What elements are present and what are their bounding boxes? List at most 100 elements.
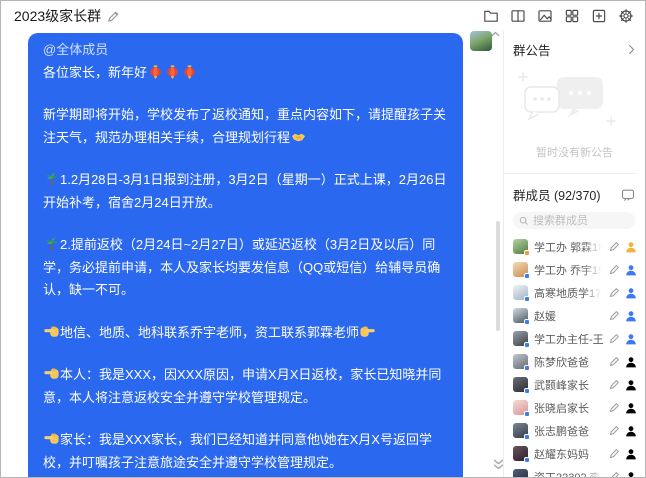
member-avatar: [513, 400, 528, 415]
member-search[interactable]: [513, 212, 635, 229]
admin-icon: [625, 287, 637, 299]
member-row[interactable]: 张晓启家长: [504, 396, 645, 419]
handshake-emoji: [291, 130, 306, 144]
folder-icon[interactable]: [483, 8, 499, 24]
online-status-badge: [524, 296, 530, 302]
online-status-badge: [524, 365, 530, 371]
message-paragraph: 1.2月28日-3月1日报到注册，3月2日（星期一）正式上课，2月26日开始补考…: [43, 169, 450, 214]
edit-member-icon[interactable]: [609, 356, 620, 367]
mention-all[interactable]: @全体成员: [43, 42, 108, 57]
sender-avatar[interactable]: [470, 31, 492, 51]
point-left-emoji: [44, 367, 59, 381]
edit-member-icon[interactable]: [609, 241, 620, 252]
member-name: 高寒地质学1733646768: [534, 285, 604, 301]
member-name: 赵媛: [534, 308, 604, 324]
image-icon[interactable]: [537, 8, 553, 24]
member-name: 赵耀东妈妈: [534, 446, 604, 462]
chevron-up-icon[interactable]: [491, 31, 500, 37]
online-status-badge: [524, 319, 530, 325]
message-paragraph: 新学期即将开始，学校发布了返校通知，重点内容如下，请提醒孩子关注天气，规范办理相…: [43, 104, 450, 149]
edit-member-icon[interactable]: [609, 264, 620, 275]
member-row[interactable]: 张志鹏爸爸: [504, 419, 645, 442]
member-row[interactable]: 学工办 郭霖18986: [504, 235, 645, 258]
search-icon: [519, 216, 529, 226]
member-avatar: [513, 423, 528, 438]
group-title: 2023级家长群: [14, 6, 101, 26]
member-name: 张晓启家长: [534, 400, 604, 416]
qq-group-chat-window: 2023级家长群 @全体成员各位家长，新年好新学期即将开始，学校发布了返校通知，…: [0, 0, 646, 478]
owner-icon: [625, 241, 637, 253]
admin-icon: [625, 264, 637, 276]
message-paragraph: 地信、地质、地科联系乔宇老师，资工联系郭霖老师: [43, 322, 450, 345]
search-input[interactable]: [533, 215, 629, 227]
add-window-icon[interactable]: [591, 8, 607, 24]
window-toolbar: [483, 8, 634, 24]
message-paragraph: 本人：我是XXX，因XXX原因，申请X月X日返校，家长已知晓并同意，本人将注意返…: [43, 364, 450, 409]
member-name: 陈梦欣爸爸: [534, 354, 604, 370]
edit-member-icon[interactable]: [609, 471, 620, 477]
member-name: 学工办 郭霖18986: [534, 239, 604, 255]
member-avatar: [513, 354, 528, 369]
member-row[interactable]: 赵耀东妈妈: [504, 442, 645, 465]
chevron-right-icon[interactable]: [628, 44, 635, 55]
titlebar: 2023级家长群: [1, 1, 645, 31]
member-name: 武颢峰家长: [534, 377, 604, 393]
message-paragraph: 2.提前返校（2月24日~2月27日）或延迟返校（3月2日及以后）同学，务必提前…: [43, 234, 450, 302]
member-row[interactable]: 武颢峰家长: [504, 373, 645, 396]
member-avatar: [513, 262, 528, 277]
chat-scrollbar[interactable]: [496, 221, 500, 331]
app-grid-icon[interactable]: [564, 8, 580, 24]
admin-icon: [625, 310, 637, 322]
member-name: 资工22302 李雨泽 13551876: [534, 469, 604, 478]
member-row[interactable]: 赵媛: [504, 304, 645, 327]
edit-member-icon[interactable]: [609, 402, 620, 413]
member-avatar: [513, 331, 528, 346]
member-avatar: [513, 446, 528, 461]
member-avatar: [513, 285, 528, 300]
palm-tree-emoji: [44, 172, 59, 186]
member-avatar: [513, 308, 528, 323]
members-section-title: 群成员 (92/370): [513, 185, 601, 204]
settings-icon[interactable]: [618, 8, 634, 24]
message-paragraph: 家长：我是XXX家长，我们已经知道并同意他\她在X月X号返回学校，并叮嘱孩子注意…: [43, 429, 450, 474]
member-list: 学工办 郭霖18986 学工办 乔宇1597200196 高寒地质学173364…: [504, 235, 645, 477]
edit-member-icon[interactable]: [609, 448, 620, 459]
point-left-emoji: [44, 432, 59, 446]
role-icon: [625, 471, 637, 478]
announcement-message-bubble[interactable]: @全体成员各位家长，新年好新学期即将开始，学校发布了返校通知，重点内容如下，请提…: [28, 33, 463, 477]
member-row[interactable]: 资工22302 李雨泽 13551876: [504, 465, 645, 477]
edit-member-icon[interactable]: [609, 425, 620, 436]
member-row[interactable]: 高寒地质学1733646768: [504, 281, 645, 304]
split-view-icon[interactable]: [510, 8, 526, 24]
empty-announcement-text: 暂时没有新公告: [504, 144, 645, 160]
member-avatar: [513, 239, 528, 254]
role-icon: [625, 448, 637, 460]
edit-member-icon[interactable]: [609, 287, 620, 298]
member-row[interactable]: 学工办主任-王老师: [504, 327, 645, 350]
role-icon: [625, 425, 637, 437]
role-icon: [625, 402, 637, 414]
point-right-emoji: [360, 325, 375, 339]
edit-member-icon[interactable]: [609, 379, 620, 390]
lantern-emoji: [165, 65, 180, 79]
member-name: 学工办 乔宇1597200196: [534, 262, 604, 278]
online-status-badge: [524, 434, 530, 440]
main-area: @全体成员各位家长，新年好新学期即将开始，学校发布了返校通知，重点内容如下，请提…: [1, 31, 645, 477]
member-name: 张志鹏爸爸: [534, 423, 604, 439]
announcement-section-header[interactable]: 群公告: [504, 31, 645, 59]
edit-member-icon[interactable]: [609, 333, 620, 344]
sidebar: 群公告 暂时没有新公告 群: [503, 31, 645, 477]
chat-bubble-icon[interactable]: [621, 188, 635, 202]
lantern-emoji: [148, 65, 163, 79]
online-status-badge: [524, 250, 530, 256]
member-avatar: [513, 469, 528, 477]
edit-member-icon[interactable]: [609, 310, 620, 321]
edit-group-name-icon[interactable]: [107, 10, 120, 23]
member-row[interactable]: 陈梦欣爸爸: [504, 350, 645, 373]
member-row[interactable]: 学工办 乔宇1597200196: [504, 258, 645, 281]
role-icon: [625, 356, 637, 368]
member-avatar: [513, 377, 528, 392]
member-name: 学工办主任-王老师: [534, 331, 604, 347]
members-section-header: 群成员 (92/370): [504, 174, 645, 204]
role-icon: [625, 379, 637, 391]
